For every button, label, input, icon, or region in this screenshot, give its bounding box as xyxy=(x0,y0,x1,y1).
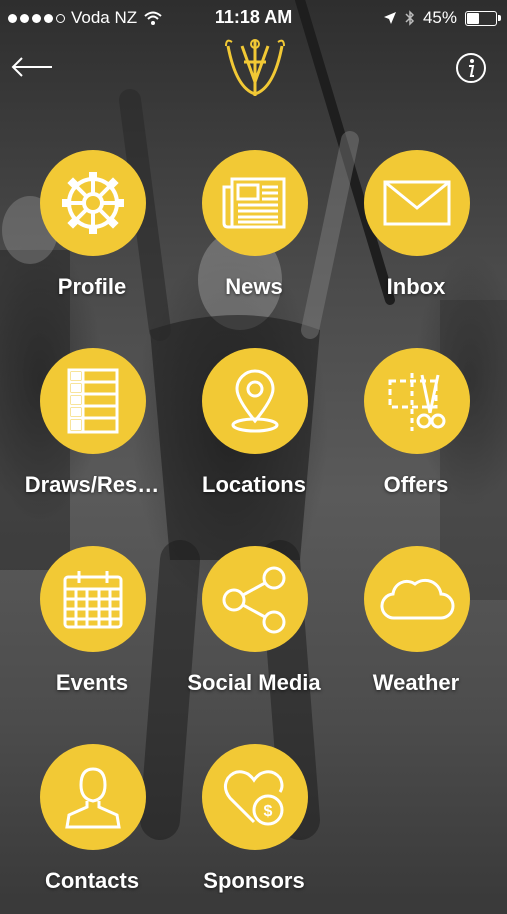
icon-circle xyxy=(364,546,470,652)
menu-item-label: Locations xyxy=(202,472,306,497)
heart-dollar-icon: $ xyxy=(223,770,284,826)
gear-icon xyxy=(62,172,124,234)
menu-item-contacts[interactable]: Contacts xyxy=(12,744,172,914)
menu-item-inbox[interactable]: Inbox xyxy=(336,150,496,320)
icon-circle xyxy=(202,150,308,256)
menu-item-label: Social Media xyxy=(187,670,321,695)
menu-item-label: Events xyxy=(55,670,129,695)
info-button[interactable] xyxy=(455,52,487,84)
menu-item-label: Sponsors xyxy=(203,868,305,893)
icon-circle xyxy=(40,744,146,850)
icon-circle xyxy=(202,546,308,652)
icon-circle xyxy=(364,348,470,454)
menu-item-label: Offers xyxy=(383,472,449,497)
icon-circle: $ xyxy=(202,744,308,850)
menu-item-offers[interactable]: Offers xyxy=(336,348,496,518)
share-icon xyxy=(222,566,286,634)
icon-circle xyxy=(40,348,146,454)
svg-text:$: $ xyxy=(264,803,273,820)
menu-item-label: Weather xyxy=(372,670,460,695)
battery-icon xyxy=(465,10,501,26)
menu-item-label: Contacts xyxy=(44,868,140,893)
icon-circle xyxy=(202,348,308,454)
menu-item-news[interactable]: News xyxy=(174,150,334,320)
person-icon xyxy=(65,767,121,829)
menu-item-weather[interactable]: Weather xyxy=(336,546,496,716)
cloud-icon xyxy=(380,578,455,620)
bluetooth-icon xyxy=(405,10,415,26)
status-bar: Voda NZ 11:18 AM 45% xyxy=(0,0,507,36)
envelope-icon xyxy=(383,180,451,226)
menu-item-locations[interactable]: Locations xyxy=(174,348,334,518)
menu-item-sponsors[interactable]: $ Sponsors xyxy=(174,744,334,914)
battery-percent: 45% xyxy=(422,8,457,27)
menu-item-social-media[interactable]: Social Media xyxy=(174,546,334,716)
menu-item-events[interactable]: Events xyxy=(12,546,172,716)
menu-item-profile[interactable]: Profile xyxy=(12,150,172,320)
menu-item-draws-results[interactable]: Draws/Res… xyxy=(12,348,172,518)
menu-item-label: Inbox xyxy=(386,274,446,299)
status-right: 45% xyxy=(383,8,501,28)
icon-circle xyxy=(364,150,470,256)
info-icon xyxy=(456,53,486,83)
menu-item-label: Draws/Res… xyxy=(24,472,160,497)
club-logo xyxy=(222,36,288,100)
back-button[interactable] xyxy=(10,52,54,82)
location-arrow-icon xyxy=(383,12,396,24)
map-pin-icon xyxy=(231,369,279,433)
menu-item-label: News xyxy=(225,274,283,299)
coupon-scissors-icon xyxy=(388,373,446,431)
menu-item-label: Profile xyxy=(57,274,127,299)
arrow-left-icon xyxy=(11,57,52,77)
calendar-icon xyxy=(63,571,123,629)
icon-circle xyxy=(40,150,146,256)
icon-circle xyxy=(40,546,146,652)
list-icon xyxy=(67,368,119,434)
newspaper-icon xyxy=(222,177,286,229)
